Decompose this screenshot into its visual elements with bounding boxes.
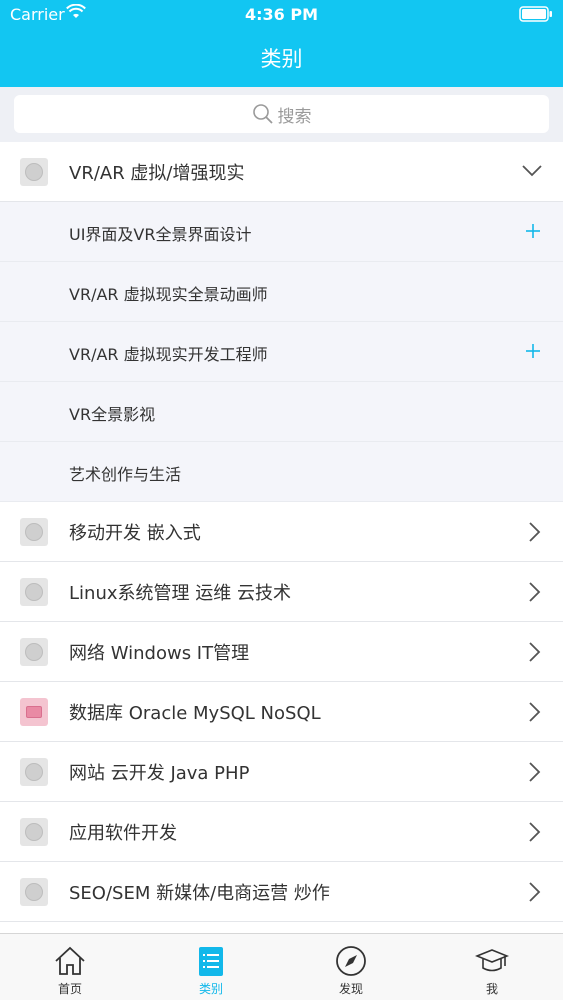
category-row[interactable]: Linux系统管理 运维 云技术 (0, 562, 563, 622)
category-thumbnail (20, 638, 48, 666)
graduation-cap-icon (475, 949, 509, 972)
tab-label: 首页 (57, 982, 82, 996)
plus-icon[interactable] (525, 343, 541, 359)
subcategory-label: VR全景影视 (69, 405, 156, 424)
category-thumbnail (20, 518, 48, 546)
category-list: VR/AR 虚拟/增强现实 UI界面及VR全景界面设计 VR/AR 虚拟现实全景… (0, 142, 563, 922)
chevron-right-icon (529, 522, 541, 542)
tab-label: 发现 (338, 982, 363, 996)
tab-bar: 首页 类别 发现 我 (0, 933, 563, 1000)
category-row[interactable]: SEO/SEM 新媒体/电商运营 炒作 (0, 862, 563, 922)
search-icon (252, 104, 273, 124)
list-icon (199, 947, 223, 976)
subcategory-row[interactable]: VR/AR 虚拟现实开发工程师 (0, 322, 563, 382)
subcategory-label: UI界面及VR全景界面设计 (69, 225, 252, 244)
subcategory-row[interactable]: VR/AR 虚拟现实全景动画师 (0, 262, 563, 322)
category-row[interactable]: 网络 Windows IT管理 (0, 622, 563, 682)
category-thumbnail (20, 698, 48, 726)
status-bar: Carrier 4:36 PM (0, 0, 563, 30)
chevron-right-icon (529, 702, 541, 722)
compass-icon (336, 946, 366, 976)
category-label: 移动开发 嵌入式 (69, 523, 201, 544)
subcategory-label: VR/AR 虚拟现实全景动画师 (69, 285, 268, 304)
subcategory-label: 艺术创作与生活 (69, 465, 182, 484)
category-label: 数据库 Oracle MySQL NoSQL (69, 703, 321, 724)
category-label: 网站 云开发 Java PHP (69, 763, 250, 784)
search-input[interactable]: 搜索 (14, 95, 549, 133)
home-icon (55, 946, 85, 975)
status-time: 4:36 PM (244, 5, 318, 24)
category-row-expanded[interactable]: VR/AR 虚拟/增强现实 (0, 142, 563, 202)
subcategory-label: VR/AR 虚拟现实开发工程师 (69, 345, 268, 364)
category-label: SEO/SEM 新媒体/电商运营 炒作 (69, 883, 330, 904)
category-thumbnail (20, 878, 48, 906)
search-placeholder: 搜索 (277, 106, 312, 127)
tab-home[interactable]: 首页 (15, 934, 125, 1000)
subcategory-row[interactable]: UI界面及VR全景界面设计 (0, 202, 563, 262)
subcategory-row[interactable]: VR全景影视 (0, 382, 563, 442)
category-label: 网络 Windows IT管理 (69, 643, 250, 664)
chevron-down-icon (522, 165, 542, 177)
chevron-right-icon (529, 582, 541, 602)
category-thumbnail (20, 158, 48, 186)
chevron-right-icon (529, 642, 541, 662)
category-label: Linux系统管理 运维 云技术 (69, 583, 291, 604)
page-title: 类别 (260, 47, 303, 71)
chevron-right-icon (529, 882, 541, 902)
battery-icon (519, 6, 552, 22)
category-label: VR/AR 虚拟/增强现实 (69, 163, 245, 184)
tab-discover[interactable]: 发现 (296, 934, 406, 1000)
tab-categories[interactable]: 类别 (156, 934, 266, 1000)
tab-me[interactable]: 我 (437, 934, 547, 1000)
category-row[interactable]: 移动开发 嵌入式 (0, 502, 563, 562)
category-row[interactable]: 应用软件开发 (0, 802, 563, 862)
chevron-right-icon (529, 762, 541, 782)
search-bar: 搜索 (0, 87, 563, 142)
plus-icon[interactable] (525, 223, 541, 239)
category-row[interactable]: 数据库 Oracle MySQL NoSQL (0, 682, 563, 742)
header: Carrier 4:36 PM 类别 (0, 0, 563, 87)
chevron-right-icon (529, 822, 541, 842)
category-thumbnail (20, 758, 48, 786)
category-row[interactable]: 网站 云开发 Java PHP (0, 742, 563, 802)
tab-label: 类别 (198, 982, 223, 996)
category-thumbnail (20, 818, 48, 846)
category-label: 应用软件开发 (69, 823, 177, 844)
subcategory-row[interactable]: 艺术创作与生活 (0, 442, 563, 502)
tab-label: 我 (485, 982, 498, 996)
category-thumbnail (20, 578, 48, 606)
